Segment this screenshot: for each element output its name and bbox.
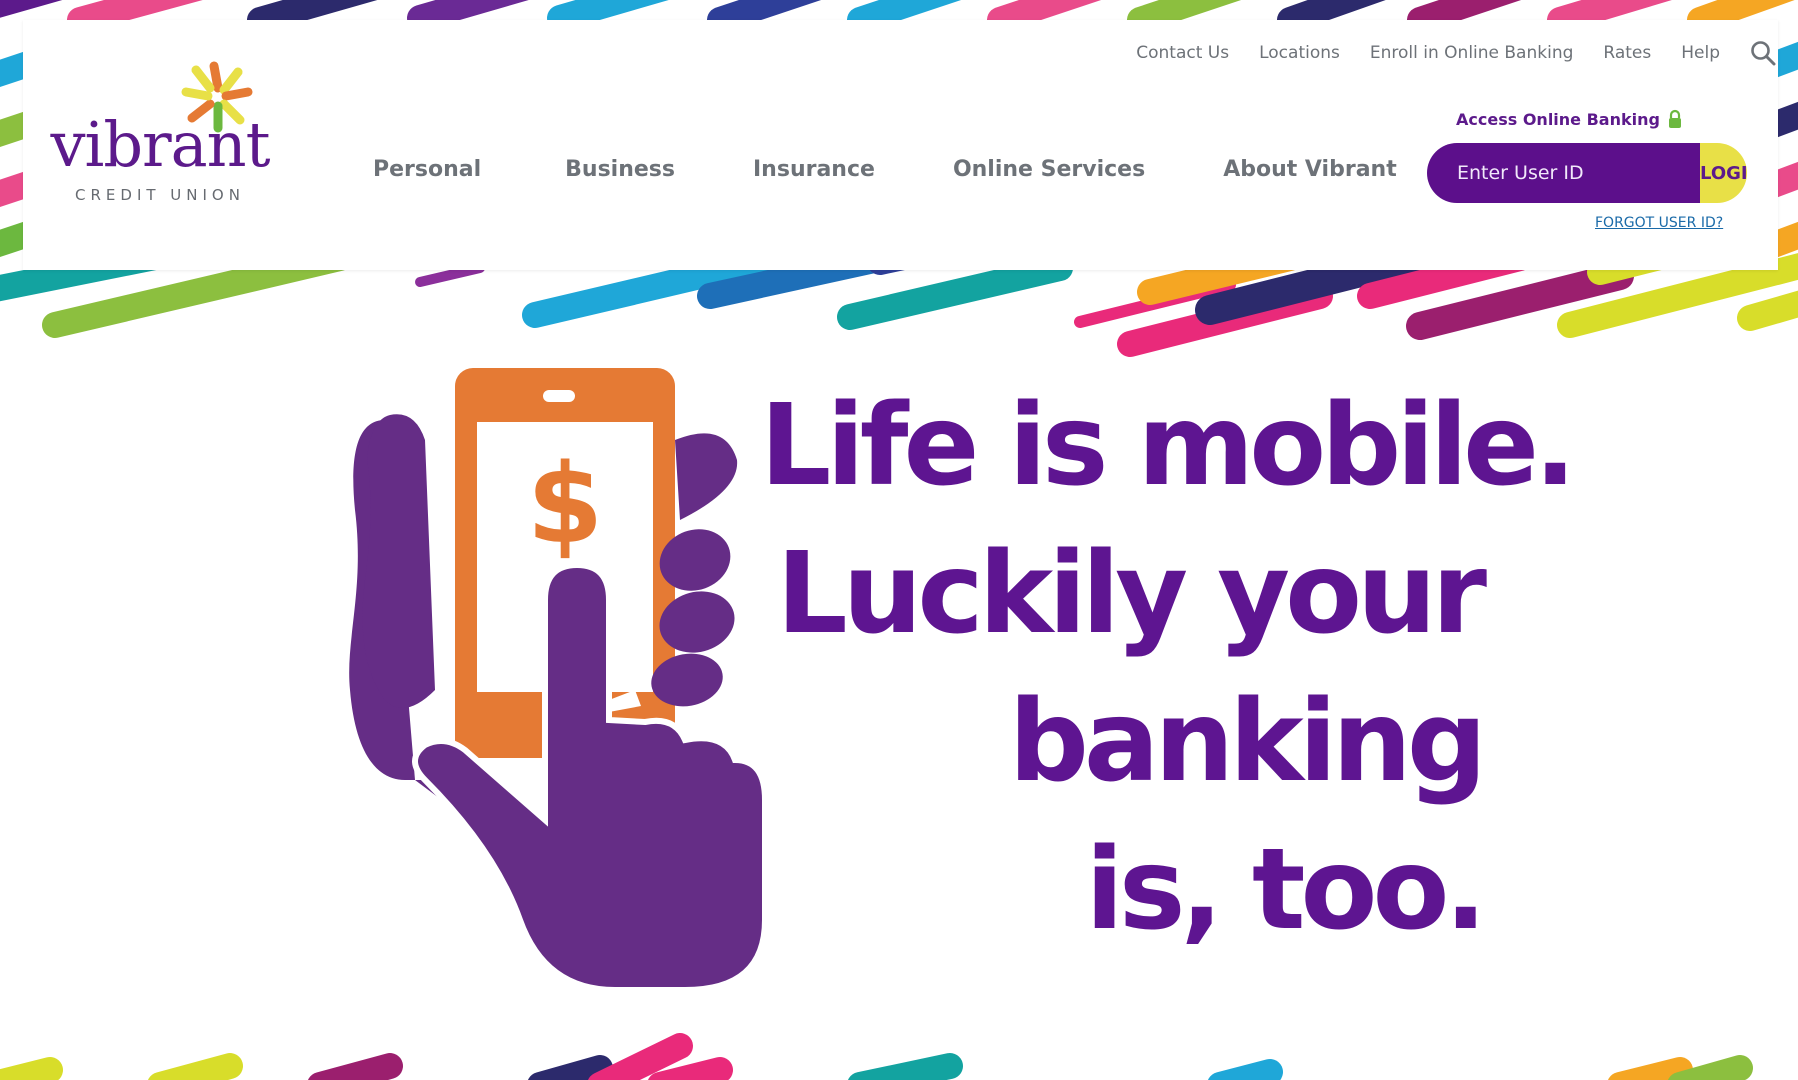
utility-link-locations[interactable]: Locations bbox=[1259, 43, 1340, 63]
page: vibrant CREDIT UNION Contact Us Location… bbox=[0, 0, 1798, 1080]
hero-headline: Life is mobile. Luckily your banking is,… bbox=[760, 372, 1577, 964]
access-label-text: Access Online Banking bbox=[1456, 109, 1660, 129]
hero-headline-line-3: banking bbox=[1008, 677, 1487, 807]
dollar-icon: $ bbox=[527, 440, 604, 568]
nav-insurance[interactable]: Insurance bbox=[753, 157, 875, 182]
login-form: LOGIN bbox=[1427, 143, 1747, 203]
hero-headline-line-1: Life is mobile. bbox=[760, 381, 1577, 511]
nav-business[interactable]: Business bbox=[565, 157, 675, 182]
utility-link-help[interactable]: Help bbox=[1681, 43, 1720, 63]
nav-about-vibrant[interactable]: About Vibrant bbox=[1223, 157, 1397, 182]
lock-icon bbox=[1668, 109, 1681, 128]
brand-tagline: CREDIT UNION bbox=[75, 186, 245, 204]
utility-link-contact-us[interactable]: Contact Us bbox=[1136, 43, 1229, 63]
hero-headline-line-2: Luckily your bbox=[776, 529, 1487, 659]
utility-nav: Contact Us Locations Enroll in Online Ba… bbox=[1106, 38, 1778, 68]
utility-link-enroll[interactable]: Enroll in Online Banking bbox=[1370, 43, 1574, 63]
utility-link-rates[interactable]: Rates bbox=[1603, 43, 1651, 63]
user-id-input[interactable] bbox=[1427, 143, 1700, 203]
nav-online-services[interactable]: Online Services bbox=[953, 157, 1145, 182]
nav-personal[interactable]: Personal bbox=[373, 157, 481, 182]
access-online-banking-label: Access Online Banking bbox=[1456, 109, 1682, 129]
search-button[interactable] bbox=[1748, 38, 1778, 68]
hero-headline-line-4: is, too. bbox=[1085, 825, 1487, 955]
search-icon bbox=[1751, 41, 1776, 66]
brand-name: vibrant bbox=[50, 108, 271, 181]
main-nav: Personal Business Insurance Online Servi… bbox=[373, 157, 1397, 182]
forgot-user-id-link[interactable]: FORGOT USER ID? bbox=[1595, 215, 1723, 231]
hand-holding-phone-icon[interactable]: $ bbox=[345, 360, 765, 990]
vibrant-logo[interactable]: vibrant CREDIT UNION bbox=[30, 38, 290, 213]
